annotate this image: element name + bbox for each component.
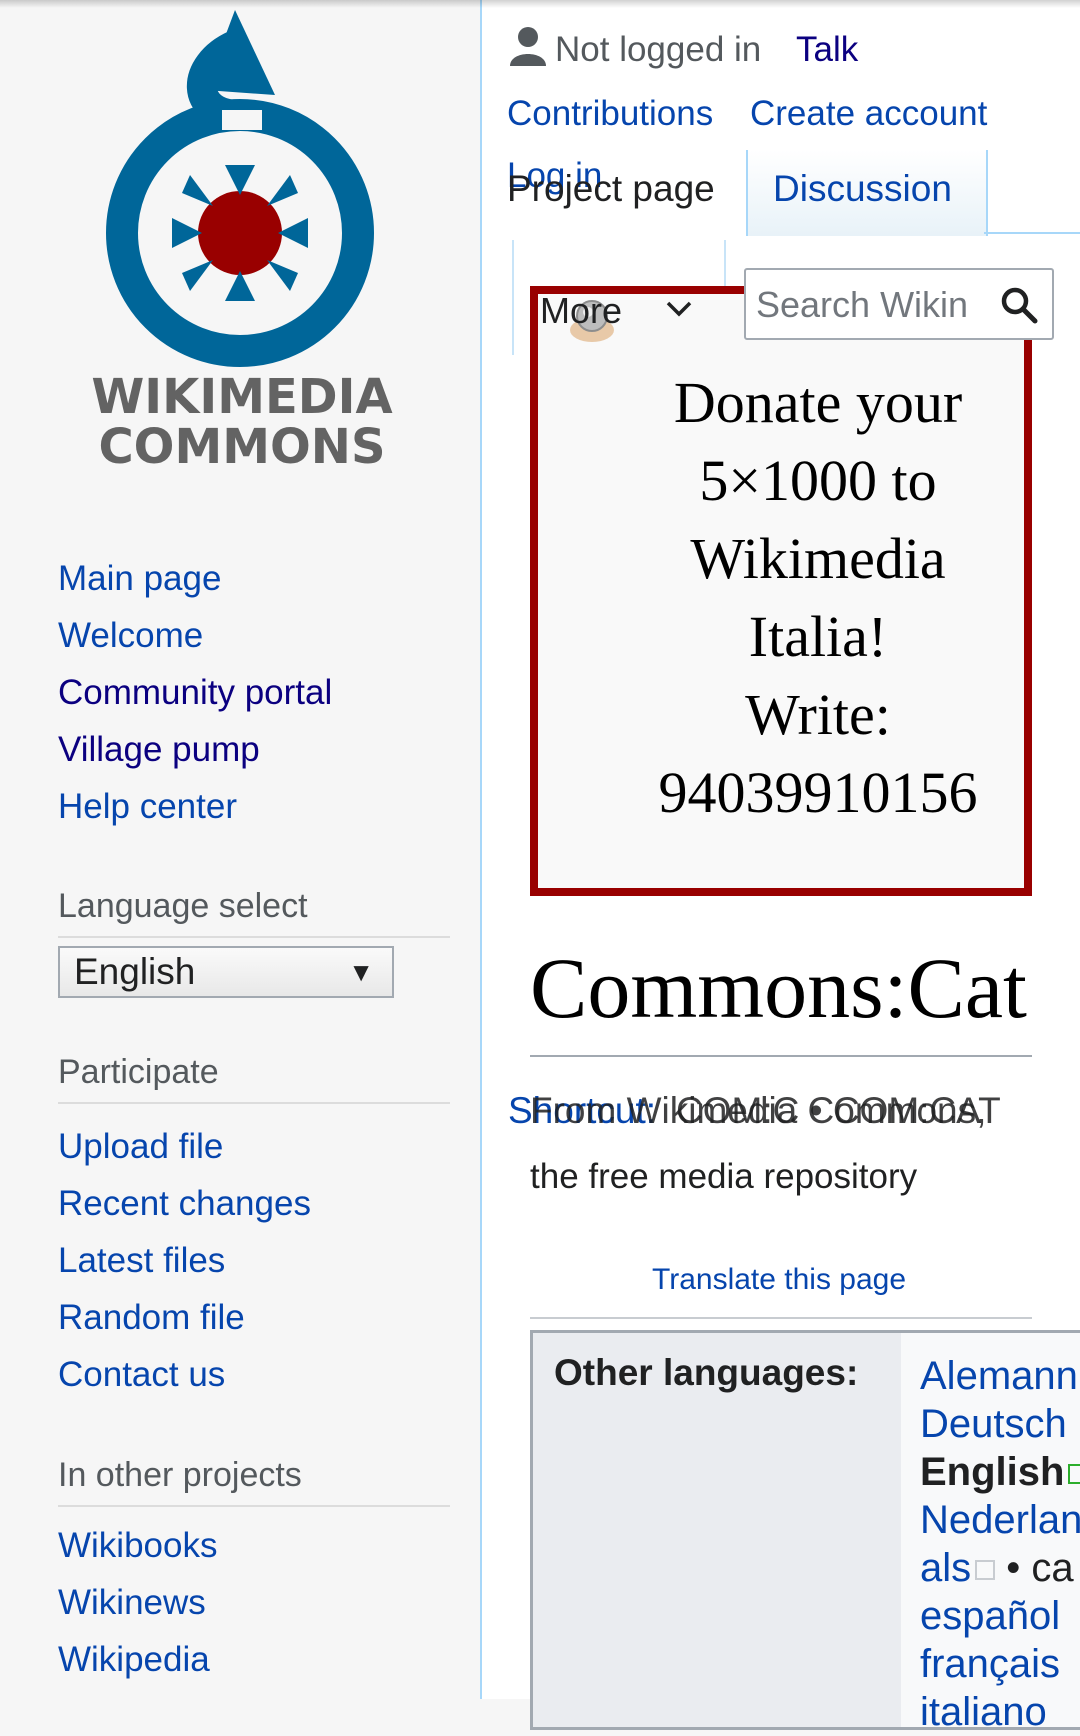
- participate-list: Upload file Recent changes Latest files …: [58, 1118, 311, 1403]
- search-box: [744, 268, 1054, 340]
- language-select-heading: Language select: [58, 887, 450, 938]
- nav-wikinews[interactable]: Wikinews: [58, 1574, 217, 1631]
- language-row-als: als • ca: [920, 1544, 1074, 1592]
- language-link-italiano[interactable]: italiano: [920, 1688, 1047, 1736]
- nav-random-file[interactable]: Random file: [58, 1289, 311, 1346]
- site-sub-line1: From Wikimedia Commons,: [530, 1090, 987, 1131]
- banner-text: Donate your 5×1000 to Wikimedia Italia! …: [638, 364, 998, 832]
- banner-line: 94039910156: [658, 760, 978, 825]
- nav-latest-files[interactable]: Latest files: [58, 1232, 311, 1289]
- translate-page-link[interactable]: Translate this page: [652, 1263, 906, 1297]
- user-icon: [510, 27, 546, 66]
- title-rule: [530, 1055, 1032, 1057]
- main-navigation: Main page Welcome Community portal Villa…: [58, 550, 332, 835]
- banner-line: Wikimedia: [690, 526, 946, 591]
- language-selected-value: English: [74, 951, 196, 992]
- nav-contact-us[interactable]: Contact us: [58, 1346, 311, 1403]
- logo-line1: WIKIMEDIA: [91, 369, 392, 425]
- banner-line: Italia!: [748, 604, 888, 669]
- banner-line: Write:: [745, 682, 891, 747]
- language-link-ca[interactable]: • ca: [1006, 1546, 1073, 1590]
- not-logged-in-text: Not logged in: [555, 30, 762, 69]
- more-menu-button[interactable]: More: [540, 290, 622, 332]
- participate-heading: Participate: [58, 1053, 450, 1104]
- language-link-espanol[interactable]: español: [920, 1592, 1060, 1640]
- tab-discussion[interactable]: Discussion: [773, 168, 952, 210]
- translate-rule: [530, 1317, 1032, 1319]
- wikimedia-commons-logo-icon: WIKIMEDIA COMMONS: [91, 10, 393, 475]
- nav-village-pump[interactable]: Village pump: [58, 721, 332, 778]
- nav-upload-file[interactable]: Upload file: [58, 1118, 311, 1175]
- logo-line2: COMMONS: [98, 419, 385, 475]
- language-link-deutsch[interactable]: Deutsch: [920, 1400, 1067, 1448]
- nav-welcome[interactable]: Welcome: [58, 607, 332, 664]
- site-sub-line2: the free media repository: [530, 1157, 918, 1196]
- banner-line: Donate your: [673, 370, 963, 435]
- page-title: Commons:Cat: [530, 940, 1027, 1036]
- language-english-label: English: [920, 1450, 1065, 1494]
- other-projects-list: Wikibooks Wikinews Wikipedia: [58, 1517, 217, 1688]
- banner-line: 5×1000 to: [699, 448, 937, 513]
- tab-project-page[interactable]: Project page: [507, 168, 715, 210]
- language-link-als[interactable]: als: [920, 1546, 971, 1590]
- chevron-down-icon[interactable]: [662, 292, 696, 326]
- other-languages-label: Other languages:: [554, 1352, 859, 1393]
- tab-underline: [984, 232, 1080, 234]
- top-shadow: [0, 0, 1080, 8]
- language-current-english: English: [920, 1448, 1080, 1496]
- logo[interactable]: WIKIMEDIA COMMONS: [70, 5, 415, 475]
- donation-banner[interactable]: Donate your 5×1000 to Wikimedia Italia! …: [530, 286, 1032, 896]
- nav-wikibooks[interactable]: Wikibooks: [58, 1517, 217, 1574]
- nav-main-page[interactable]: Main page: [58, 550, 332, 607]
- complete-status-icon: [1068, 1464, 1080, 1485]
- nav-recent-changes[interactable]: Recent changes: [58, 1175, 311, 1232]
- nav-community-portal[interactable]: Community portal: [58, 664, 332, 721]
- other-projects-heading: In other projects: [58, 1456, 450, 1507]
- dropdown-arrow-icon: ▼: [348, 957, 374, 987]
- search-input[interactable]: [754, 280, 998, 330]
- language-select-dropdown[interactable]: English ▼: [58, 946, 394, 998]
- language-link-francais[interactable]: français: [920, 1640, 1060, 1688]
- nav-help-center[interactable]: Help center: [58, 778, 332, 835]
- contributions-link[interactable]: Contributions: [507, 94, 713, 134]
- partial-status-icon: [975, 1560, 996, 1581]
- language-link-alemannisch[interactable]: Alemann: [920, 1352, 1078, 1400]
- nav-wikipedia[interactable]: Wikipedia: [58, 1631, 217, 1688]
- talk-link[interactable]: Talk: [796, 30, 858, 70]
- search-icon[interactable]: [1000, 286, 1038, 324]
- create-account-link[interactable]: Create account: [750, 94, 987, 134]
- language-link-nederlands[interactable]: Nederlan: [920, 1496, 1080, 1544]
